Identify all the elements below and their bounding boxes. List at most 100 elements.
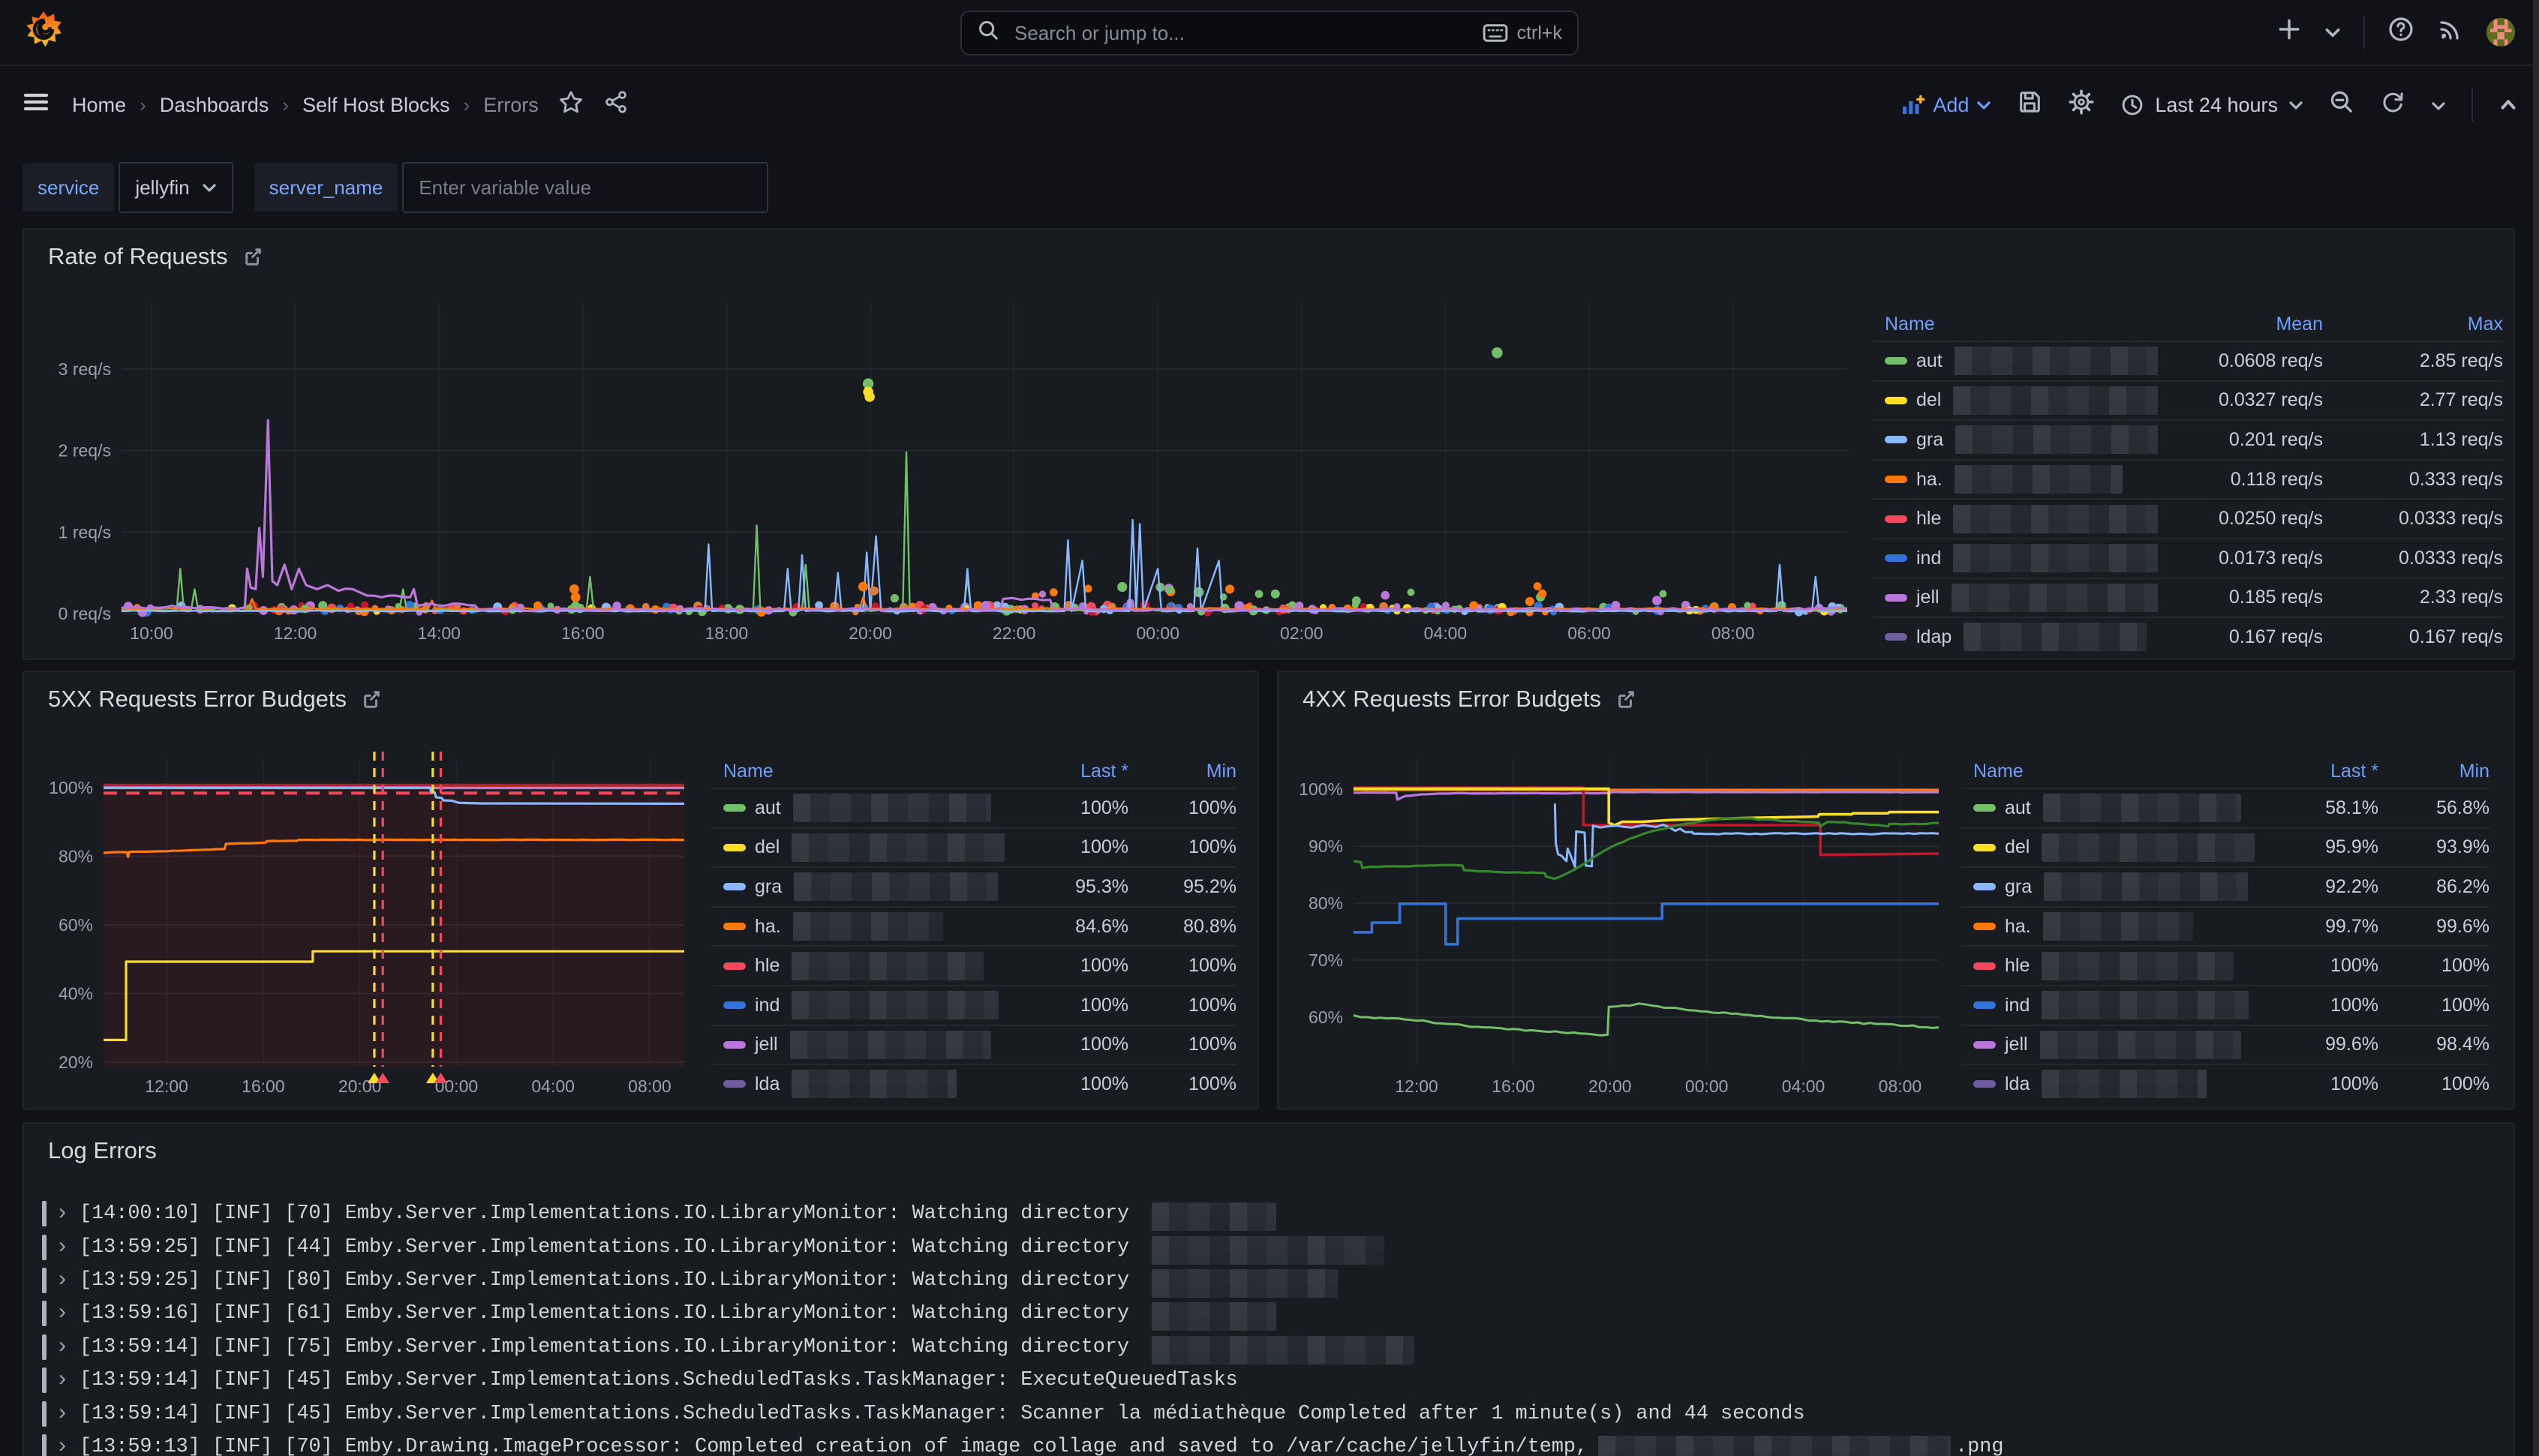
legend-row[interactable]: ha.84.6%80.8%	[711, 906, 1236, 946]
redacted-name	[794, 872, 998, 901]
legend-row[interactable]: del0.0327 req/s2.77 req/s	[1873, 380, 2503, 420]
stat-min-max: 2.33 req/s	[2323, 587, 2503, 608]
legend-row[interactable]: gra95.3%95.2%	[711, 866, 1236, 906]
svg-text:22:00: 22:00	[993, 623, 1036, 643]
log-line[interactable]: ›[14:00:10] [INF] [70] Emby.Server.Imple…	[42, 1197, 2495, 1230]
legend-column-name[interactable]: Name	[723, 761, 1008, 782]
log-line[interactable]: ›[13:59:13] [INF] [70] Emby.Drawing.Imag…	[42, 1430, 2495, 1456]
legend-row[interactable]: hle100%100%	[1961, 945, 2489, 985]
variable-server-name-input[interactable]	[402, 162, 768, 213]
external-link-icon[interactable]	[243, 247, 263, 266]
breadcrumb-dashboards[interactable]: Dashboards	[160, 94, 269, 117]
add-new-button[interactable]	[2276, 17, 2302, 48]
log-line[interactable]: ›[13:59:16] [INF] [61] Emby.Server.Imple…	[42, 1297, 2495, 1330]
log-line[interactable]: ›[13:59:14] [INF] [45] Emby.Server.Imple…	[42, 1364, 2495, 1397]
legend-row[interactable]: ind100%100%	[711, 985, 1236, 1025]
news-rss-icon[interactable]	[2437, 16, 2464, 49]
chart-grid: 12:0016:0020:0000:0004:0008:0060%70%80%9…	[1299, 759, 1939, 1096]
log-expand-icon[interactable]: ›	[59, 1401, 66, 1424]
refresh-icon[interactable]	[2380, 89, 2405, 121]
legend-row[interactable]: del95.9%93.9%	[1961, 827, 2489, 867]
share-icon[interactable]	[603, 89, 629, 121]
legend-column-min[interactable]: Min	[2378, 761, 2489, 782]
breadcrumb-folder[interactable]: Self Host Blocks	[302, 94, 450, 117]
log-expand-icon[interactable]: ›	[59, 1434, 66, 1456]
user-avatar[interactable]	[2486, 18, 2515, 47]
panel-title[interactable]: Log Errors	[48, 1137, 157, 1164]
chevron-down-icon[interactable]	[2324, 19, 2341, 47]
redacted-name	[793, 794, 991, 822]
legend-row[interactable]: ha.0.118 req/s0.333 req/s	[1873, 459, 2503, 499]
svg-text:00:00: 00:00	[1685, 1076, 1729, 1096]
redacted-name	[792, 952, 984, 980]
legend-column-min[interactable]: Min	[1128, 761, 1236, 782]
legend-row[interactable]: jell100%100%	[711, 1025, 1236, 1064]
legend-row[interactable]: hle100%100%	[711, 945, 1236, 985]
log-expand-icon[interactable]: ›	[59, 1301, 66, 1323]
panel-title[interactable]: Rate of Requests	[48, 243, 263, 270]
favorite-star-icon[interactable]	[558, 89, 584, 121]
external-link-icon[interactable]	[1616, 689, 1636, 709]
save-dashboard-icon[interactable]	[2017, 89, 2042, 121]
log-expand-icon[interactable]: ›	[59, 1334, 66, 1357]
legend-row[interactable]: lda100%100%	[711, 1064, 1236, 1103]
legend-row[interactable]: jell99.6%98.4%	[1961, 1025, 2489, 1064]
menu-icon[interactable]	[21, 87, 51, 123]
legend-row[interactable]: aut100%100%	[711, 788, 1236, 827]
collapse-controls-icon[interactable]	[2498, 92, 2518, 119]
legend-row[interactable]: jell0.185 req/s2.33 req/s	[1873, 578, 2503, 617]
stat-min-max: 0.333 req/s	[2323, 469, 2503, 491]
log-expand-icon[interactable]: ›	[59, 1268, 66, 1290]
breadcrumb-home[interactable]: Home	[72, 94, 126, 117]
legend-row[interactable]: del100%100%	[711, 827, 1236, 867]
legend-row[interactable]: lda100%100%	[1961, 1064, 2489, 1103]
legend-column-name[interactable]: Name	[1973, 761, 2261, 782]
svg-text:02:00: 02:00	[1280, 623, 1324, 643]
panel-title[interactable]: 5XX Requests Error Budgets	[48, 686, 381, 713]
legend-row[interactable]: gra92.2%86.2%	[1961, 866, 2489, 906]
time-range-picker[interactable]: Last 24 hours	[2120, 93, 2303, 117]
panel-title[interactable]: 4XX Requests Error Budgets	[1303, 686, 1636, 713]
grafana-logo[interactable]	[24, 10, 63, 55]
legend-column-last[interactable]: Last *	[2261, 761, 2378, 782]
log-line[interactable]: ›[13:59:25] [INF] [44] Emby.Server.Imple…	[42, 1230, 2495, 1263]
redacted-name	[1955, 347, 2158, 375]
log-line[interactable]: ›[13:59:14] [INF] [45] Emby.Server.Imple…	[42, 1397, 2495, 1430]
legend-row[interactable]: hle0.0250 req/s0.0333 req/s	[1873, 498, 2503, 538]
legend-row[interactable]: ha.99.7%99.6%	[1961, 906, 2489, 946]
legend-row[interactable]: ldap0.167 req/s0.167 req/s	[1873, 617, 2503, 656]
log-line[interactable]: ›[13:59:25] [INF] [80] Emby.Server.Imple…	[42, 1264, 2495, 1297]
legend-column-last[interactable]: Last *	[1008, 761, 1128, 782]
legend-row[interactable]: gra0.201 req/s1.13 req/s	[1873, 419, 2503, 459]
legend-row[interactable]: ind0.0173 req/s0.0333 req/s	[1873, 538, 2503, 578]
series-name: jell	[2005, 1034, 2028, 1055]
svg-text:80%: 80%	[1309, 893, 1343, 913]
log-expand-icon[interactable]: ›	[59, 1201, 66, 1223]
log-expand-icon[interactable]: ›	[59, 1367, 66, 1390]
dashboard-settings-icon[interactable]	[2068, 89, 2095, 122]
refresh-interval-chevron[interactable]	[2431, 92, 2446, 119]
redacted-name	[792, 1070, 957, 1098]
log-line[interactable]: ›[13:59:14] [INF] [75] Emby.Server.Imple…	[42, 1331, 2495, 1364]
zoom-out-icon[interactable]	[2329, 89, 2354, 121]
legend-column-name[interactable]: Name	[1885, 314, 2158, 335]
legend-row[interactable]: ind100%100%	[1961, 985, 2489, 1025]
global-search[interactable]: ctrl+k	[960, 11, 1579, 56]
external-link-icon[interactable]	[362, 689, 381, 709]
legend-row[interactable]: aut58.1%56.8%	[1961, 788, 2489, 827]
series-color-pill	[1973, 962, 1996, 970]
legend-row[interactable]: aut0.0608 req/s2.85 req/s	[1873, 341, 2503, 380]
svg-text:1 req/s: 1 req/s	[59, 522, 111, 542]
svg-text:3 req/s: 3 req/s	[59, 359, 111, 379]
page-scrollbar[interactable]	[2533, 0, 2539, 1456]
log-expand-icon[interactable]: ›	[59, 1235, 66, 1257]
series-color-pill	[1973, 1001, 1996, 1009]
log-level-bar	[42, 1235, 47, 1260]
legend-column-max[interactable]: Max	[2323, 314, 2503, 335]
variable-service-picker[interactable]: jellyfin	[119, 162, 233, 213]
search-input[interactable]	[1011, 20, 1471, 47]
legend-column-mean[interactable]: Mean	[2158, 314, 2323, 335]
add-panel-button[interactable]: Add	[1900, 93, 1991, 117]
svg-text:08:00: 08:00	[1879, 1076, 1922, 1096]
help-icon[interactable]	[2387, 16, 2414, 49]
